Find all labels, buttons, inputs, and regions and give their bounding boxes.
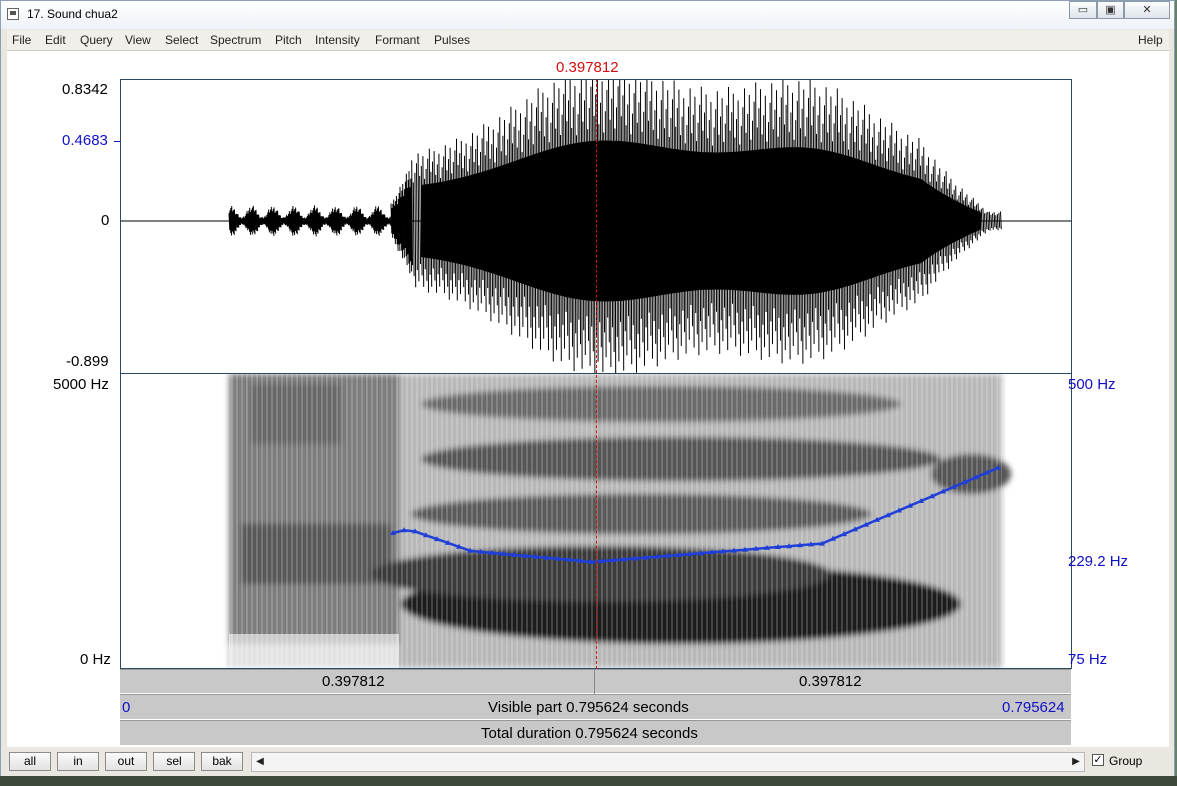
visible-start-label: 0 (122, 699, 131, 716)
close-button[interactable]: ✕ (1124, 1, 1170, 19)
horizontal-scrollbar[interactable]: ◀ ▶ (251, 752, 1085, 772)
sound-editor: 0.397812 0.8342 0.4683 0 -0.899 5000 Hz … (7, 51, 1169, 747)
menu-spectrum[interactable]: Spectrum (210, 33, 261, 47)
visible-end-label: 0.795624 (1002, 699, 1065, 716)
spectrogram-freq-top: 5000 Hz (53, 376, 109, 393)
menu-select[interactable]: Select (165, 33, 198, 47)
app-icon (7, 8, 19, 20)
waveform-marker-tick (114, 141, 120, 142)
zoom-back-button[interactable]: bak (201, 752, 243, 771)
zoom-selection-button[interactable]: sel (153, 752, 195, 771)
bottom-toolbar: all in out sel bak ◀ ▶ ✓ Group (7, 749, 1169, 775)
zoom-out-button[interactable]: out (105, 752, 147, 771)
menu-edit[interactable]: Edit (45, 33, 66, 47)
time-cursor[interactable] (596, 79, 597, 669)
menu-formant[interactable]: Formant (375, 33, 420, 47)
menu-bar: File Edit Query View Select Spectrum Pit… (7, 30, 1169, 51)
pitch-axis-top: 500 Hz (1068, 376, 1116, 393)
segment-left-label: 0.397812 (322, 673, 385, 690)
waveform-marker-label: 0.4683 (62, 132, 108, 149)
cursor-time-label: 0.397812 (556, 59, 619, 76)
waveform-zero-label: 0 (101, 212, 110, 229)
menu-file[interactable]: File (12, 33, 31, 47)
total-duration-bar[interactable]: Total duration 0.795624 seconds (120, 720, 1071, 745)
pitch-axis-value: 229.2 Hz (1068, 553, 1129, 570)
menu-pulses[interactable]: Pulses (434, 33, 470, 47)
menu-view[interactable]: View (125, 33, 151, 47)
minimize-button[interactable]: ▭ (1069, 1, 1097, 19)
menu-query[interactable]: Query (80, 33, 113, 47)
selection-time-bar[interactable]: 0.397812 0.397812 (120, 669, 1071, 694)
group-label: Group (1109, 754, 1143, 768)
zoom-all-button[interactable]: all (9, 752, 51, 771)
praat-sound-window: 17. Sound chua2 ▭ ▣ ✕ File Edit Query Vi… (0, 0, 1175, 786)
spectrogram-freq-bottom: 0 Hz (80, 651, 111, 668)
menu-help[interactable]: Help (1138, 33, 1163, 47)
window-title: 17. Sound chua2 (27, 7, 118, 21)
waveform-max-label: 0.8342 (62, 81, 108, 98)
segment-right-label: 0.397812 (799, 673, 862, 690)
menu-intensity[interactable]: Intensity (315, 33, 360, 47)
visible-part-label: Visible part 0.795624 seconds (488, 699, 689, 716)
zoom-in-button[interactable]: in (57, 752, 99, 771)
scroll-left-arrow-icon[interactable]: ◀ (253, 754, 267, 770)
waveform-min-label: -0.899 (66, 353, 109, 370)
maximize-button[interactable]: ▣ (1097, 1, 1124, 19)
desktop-taskbar-strip (0, 776, 1177, 786)
visible-part-bar[interactable]: 0 Visible part 0.795624 seconds 0.795624 (120, 694, 1071, 719)
group-checkbox[interactable]: ✓ (1092, 754, 1104, 766)
waveform-trace (228, 80, 1002, 373)
pitch-axis-bottom: 75 Hz (1068, 651, 1108, 668)
menu-pitch[interactable]: Pitch (275, 33, 302, 47)
segment-divider (594, 670, 595, 694)
scroll-right-arrow-icon[interactable]: ▶ (1069, 754, 1083, 770)
title-bar[interactable]: 17. Sound chua2 ▭ ▣ ✕ (1, 1, 1174, 29)
total-duration-label: Total duration 0.795624 seconds (481, 725, 698, 742)
